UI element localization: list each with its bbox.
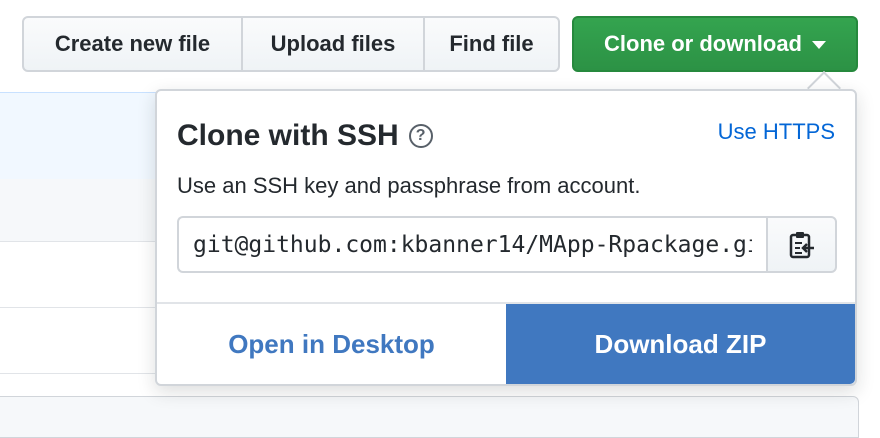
find-file-button[interactable]: Find file (423, 16, 560, 72)
background-highlight-band (0, 92, 160, 180)
clone-panel-description: Use an SSH key and passphrase from accou… (177, 173, 641, 198)
create-new-file-button[interactable]: Create new file (22, 16, 243, 72)
clone-url-group (177, 216, 837, 273)
file-list-row (0, 307, 160, 374)
use-https-link[interactable]: Use HTTPS (718, 119, 835, 145)
readme-box-header (0, 396, 859, 438)
question-circle-icon[interactable]: ? (408, 124, 433, 148)
upload-files-button[interactable]: Upload files (241, 16, 425, 72)
clipboard-icon (789, 231, 814, 258)
clone-or-download-label: Clone or download (604, 31, 802, 56)
copy-to-clipboard-button[interactable] (766, 216, 837, 273)
open-in-desktop-button[interactable]: Open in Desktop (157, 304, 506, 384)
clone-panel-title-text: Clone with SSH (177, 119, 399, 152)
download-zip-button[interactable]: Download ZIP (506, 304, 855, 384)
clone-or-download-button[interactable]: Clone or download (572, 16, 858, 72)
clone-panel-footer: Open in Desktop Download ZIP (157, 302, 855, 384)
file-list-row (0, 241, 160, 308)
file-actions-button-group: Create new file Upload files Find file (22, 16, 560, 72)
clone-panel-title: Clone with SSH ? (177, 119, 433, 153)
clone-url-input[interactable] (177, 216, 766, 273)
caret-down-icon (812, 41, 826, 49)
clone-dropdown-panel: Clone with SSH ? Use HTTPS Use an SSH ke… (155, 89, 857, 386)
background-file-header (0, 179, 160, 242)
